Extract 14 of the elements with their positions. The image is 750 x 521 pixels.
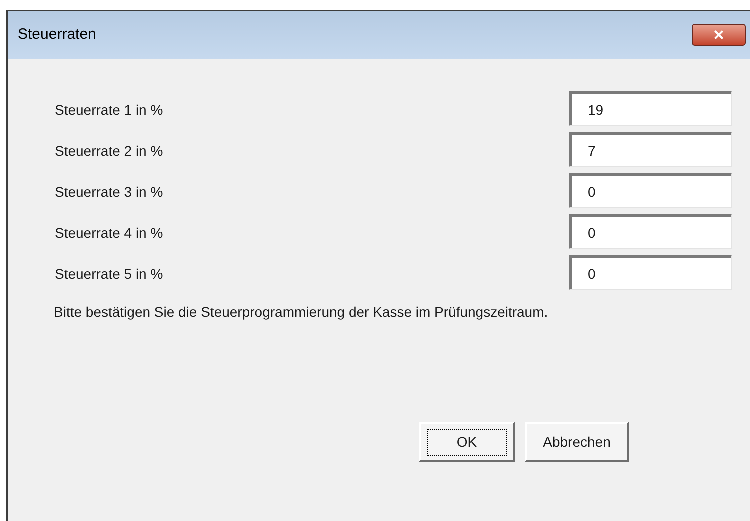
field-label: Steuerrate 5 in % — [55, 265, 164, 284]
field-label: Steuerrate 1 in % — [55, 101, 164, 120]
field-label: Steuerrate 2 in % — [55, 142, 164, 161]
dialog-button[interactable]: Abbrechen — [525, 422, 629, 462]
input-field[interactable]: 0 — [569, 214, 732, 249]
field-label: Steuerrate 3 in % — [55, 183, 164, 202]
input-field[interactable]: 7 — [569, 132, 732, 167]
input-field[interactable]: 19 — [569, 91, 732, 126]
dialog-button[interactable]: OK — [419, 422, 515, 462]
input-field[interactable]: 0 — [569, 173, 732, 208]
window-title: Steuerraten — [18, 24, 96, 45]
input-field[interactable]: 0 — [569, 255, 732, 290]
field-label: Steuerrate 4 in % — [55, 224, 164, 243]
confirmation-message: Bitte bestätigen Sie die Steuerprogrammierung der Kasse im Prüfungszeitraum. — [54, 303, 550, 322]
